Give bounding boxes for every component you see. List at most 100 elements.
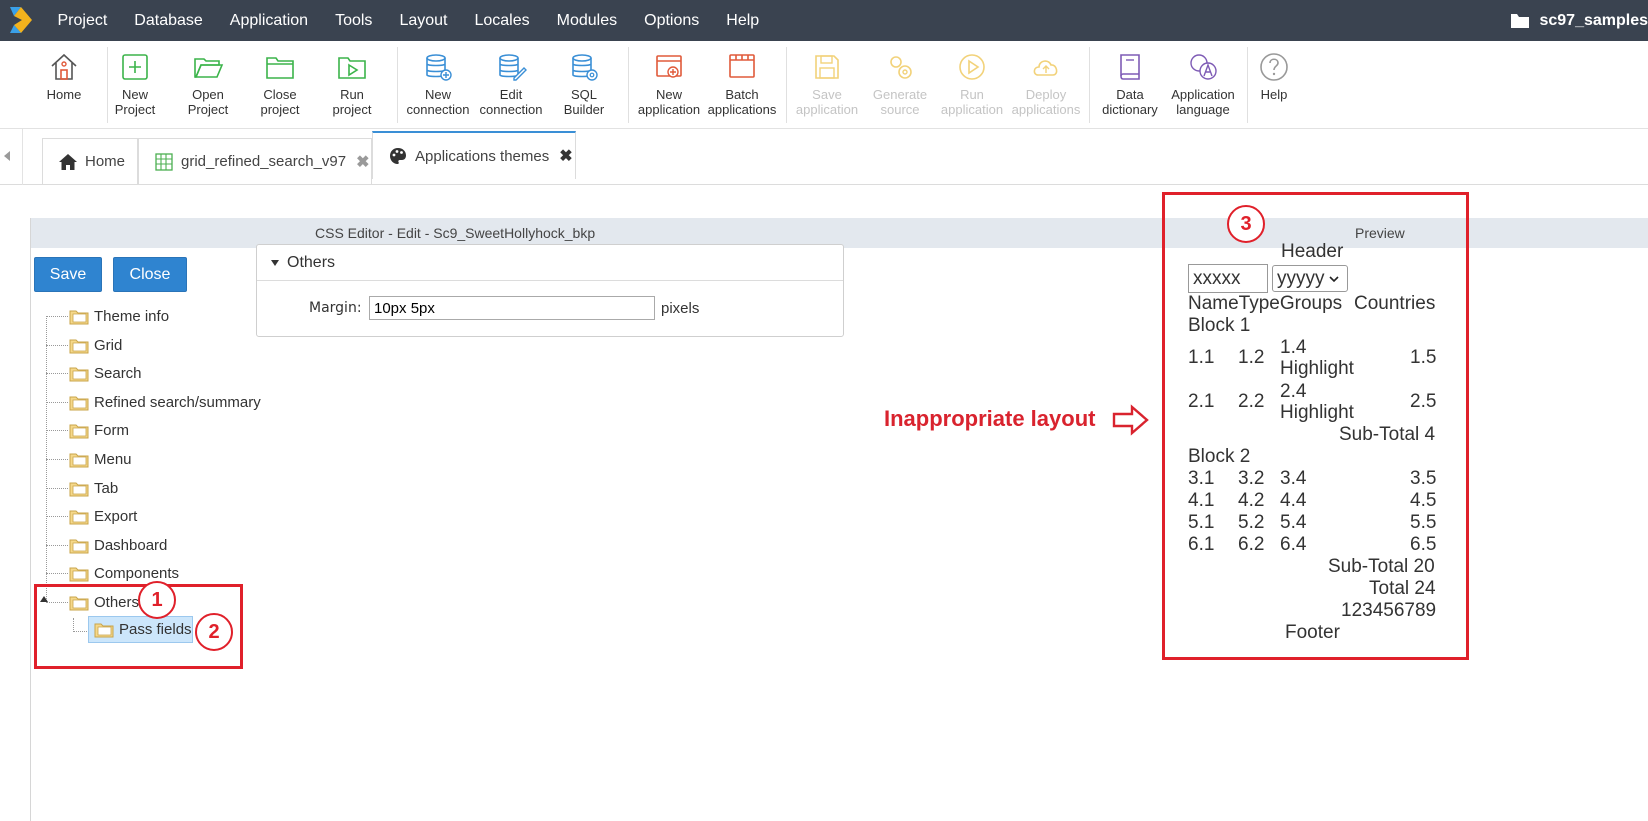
menu-project[interactable]: Project (44, 12, 121, 30)
new-application-icon (656, 55, 682, 78)
save-icon (815, 55, 839, 79)
preview-cell: 3.4 (1280, 468, 1307, 489)
preview-digits: 123456789 (1341, 600, 1437, 621)
preview-header: Header (1281, 241, 1344, 262)
tab-applications-themes[interactable]: Applications themes ✖ (372, 131, 576, 179)
annotation-badge-1: 1 (138, 581, 176, 619)
help-button[interactable]: Help (1236, 51, 1312, 102)
database-edit-icon (499, 54, 527, 81)
menu-layout[interactable]: Layout (386, 12, 461, 30)
preview-subtotal2: Sub-Total 20 (1328, 556, 1435, 577)
menu-modules[interactable]: Modules (543, 12, 630, 30)
close-tab-icon[interactable]: ✖ (559, 146, 572, 166)
margin-input[interactable] (369, 296, 655, 320)
margin-row: Margin: pixels (257, 294, 843, 324)
tab-bar: Home grid_refined_search_v97 ✖ Applicati… (0, 129, 1648, 185)
help-icon (1260, 53, 1288, 81)
preview-cell: 4.1 (1188, 490, 1215, 511)
close-tab-icon[interactable]: ✖ (356, 152, 369, 172)
margin-label: Margin: (309, 300, 362, 316)
home-button[interactable]: Home (26, 51, 102, 102)
palette-icon (390, 148, 406, 164)
run-project-button[interactable]: Run project (314, 51, 390, 117)
close-button[interactable]: Close (113, 257, 187, 292)
preview-footer: Footer (1285, 622, 1340, 643)
folder-icon (69, 339, 89, 354)
preview-cell: 1.4 (1280, 337, 1307, 358)
database-gear-icon (572, 54, 598, 81)
folder-icon (69, 453, 89, 468)
folder-icon (69, 482, 89, 497)
edit-connection-button[interactable]: Edit connection (473, 51, 549, 117)
annotation-badge-2: 2 (195, 613, 233, 651)
preview-cell: 2.4 (1280, 381, 1307, 402)
menu-bar: Project Database Application Tools Layou… (0, 0, 1648, 41)
preview-cell: 4.4 (1280, 490, 1307, 511)
preview-subtotal1: Sub-Total 4 (1339, 424, 1436, 445)
preview-block1: Block 1 (1188, 315, 1251, 336)
folder-icon (69, 367, 89, 382)
data-dictionary-button[interactable]: Data dictionary (1092, 51, 1168, 117)
menu-tools[interactable]: Tools (322, 12, 386, 30)
home-icon (51, 53, 77, 80)
collapse-left-icon[interactable] (4, 151, 10, 161)
new-connection-button[interactable]: New connection (400, 51, 476, 117)
preview-cell: 5.4 (1280, 512, 1307, 533)
toolbar: Home New Project Open Project Close proj… (0, 41, 1648, 129)
preview-cell: 2.1 (1188, 391, 1215, 412)
arrow-right-icon (1112, 404, 1149, 436)
tab-home[interactable]: Home (42, 138, 138, 184)
menu-application[interactable]: Application (216, 12, 321, 30)
preview-columns: NameTypeGroups (1188, 293, 1343, 314)
menu-database[interactable]: Database (121, 12, 217, 30)
menu-locales[interactable]: Locales (461, 12, 543, 30)
preview-cell: 1.5 (1410, 347, 1437, 368)
new-project-button[interactable]: New Project (97, 51, 173, 117)
current-project[interactable]: sc97_samples (1511, 0, 1648, 41)
cloud-upload-icon (1033, 60, 1058, 76)
batch-applications-button[interactable]: Batch applications (704, 51, 780, 117)
grid-icon (155, 152, 173, 171)
others-panel-header[interactable]: Others (257, 245, 843, 281)
menu-options[interactable]: Options (631, 12, 713, 30)
new-application-button[interactable]: New application (631, 51, 707, 117)
annotation-badge-3: 3 (1227, 205, 1265, 243)
new-project-icon (122, 54, 148, 80)
preview-countries: Countries (1354, 293, 1436, 314)
collapse-triangle-icon (271, 259, 279, 266)
toolbar-separator (397, 47, 398, 123)
margin-unit: pixels (661, 300, 700, 317)
book-icon (1120, 54, 1140, 80)
run-folder-icon (338, 57, 366, 79)
open-folder-icon (194, 58, 224, 78)
preview-cell: 3.1 (1188, 468, 1215, 489)
editor-left-border (30, 218, 31, 821)
open-project-button[interactable]: Open Project (170, 51, 246, 117)
generate-source-button[interactable]: Generate source (862, 51, 938, 117)
app-logo-icon (10, 7, 32, 33)
preview-cell: 3.5 (1410, 468, 1437, 489)
folder-icon (69, 310, 89, 325)
preview-cell: Highlight (1280, 358, 1354, 379)
preview-select[interactable]: yyyyy (1272, 265, 1348, 292)
folder-icon (1511, 13, 1530, 28)
toolbar-separator (786, 47, 787, 123)
deploy-applications-button[interactable]: Deploy applications (1008, 51, 1084, 117)
save-application-button[interactable]: Save application (789, 51, 865, 117)
run-application-button[interactable]: Run application (934, 51, 1010, 117)
others-panel: Others Margin: pixels (256, 244, 844, 337)
save-button[interactable]: Save (34, 257, 102, 292)
tab-grid-refined-search[interactable]: grid_refined_search_v97 ✖ (138, 138, 372, 184)
menu-help[interactable]: Help (713, 12, 773, 30)
preview-cell: 1.2 (1238, 347, 1265, 368)
folder-icon (69, 510, 89, 525)
database-add-icon (426, 54, 452, 81)
preview-cell: Highlight (1280, 402, 1354, 423)
application-language-button[interactable]: Application language (1165, 51, 1241, 117)
close-project-button[interactable]: Close project (242, 51, 318, 117)
preview-input[interactable]: xxxxx (1188, 264, 1268, 293)
sql-builder-button[interactable]: SQL Builder (546, 51, 622, 117)
editor-title: CSS Editor - Edit - Sc9_SweetHollyhock_b… (315, 225, 596, 241)
toolbar-separator (628, 47, 629, 123)
preview-cell: 2.2 (1238, 391, 1265, 412)
